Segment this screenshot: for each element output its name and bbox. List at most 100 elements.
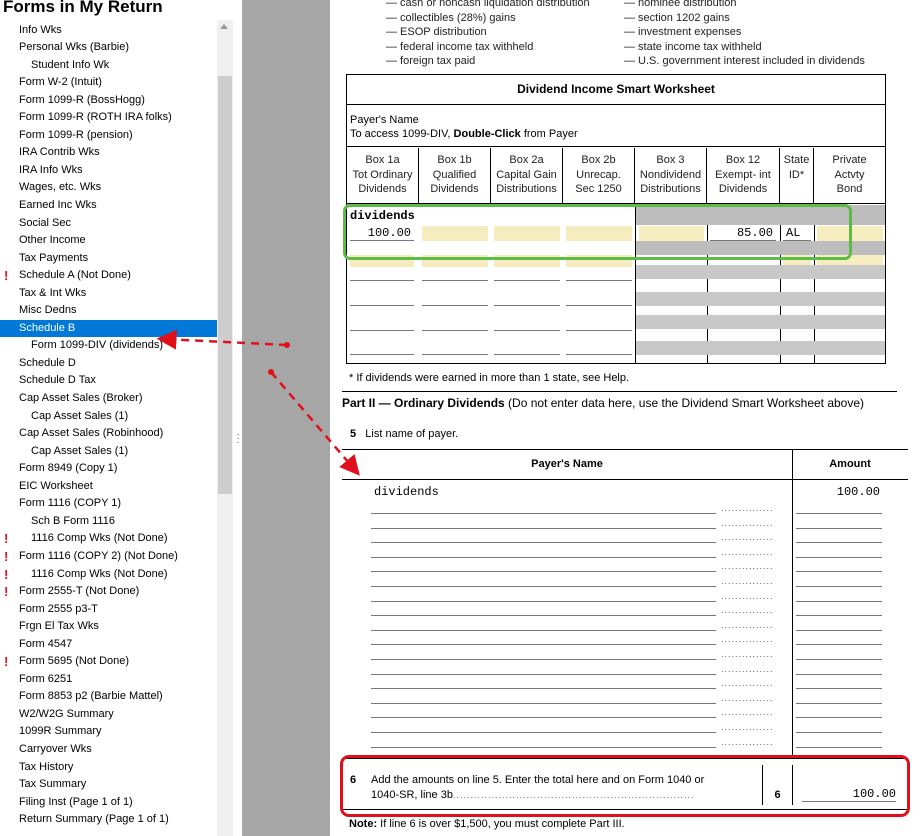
state-field[interactable]: AL — [783, 226, 811, 241]
row2-box2b-field[interactable] — [566, 255, 632, 267]
payer-line[interactable] — [371, 571, 716, 573]
sidebar-item[interactable]: Other Income — [0, 232, 217, 250]
empty-field[interactable] — [566, 317, 632, 331]
payer-line[interactable] — [371, 556, 716, 558]
sidebar-scrollbar[interactable] — [217, 0, 233, 836]
sidebar-item[interactable]: Form 8853 p2 (Barbie Mattel) — [0, 688, 217, 706]
payer-line[interactable] — [371, 586, 716, 587]
pane-splitter[interactable]: · · · — [234, 0, 242, 836]
empty-field[interactable] — [350, 292, 414, 306]
empty-field[interactable] — [350, 267, 414, 281]
private-bond-field[interactable] — [817, 226, 883, 241]
sidebar-item[interactable]: Wages, etc. Wks — [0, 179, 217, 197]
amount-line[interactable] — [796, 527, 882, 529]
amount-line[interactable] — [796, 702, 882, 704]
amount-line[interactable] — [796, 659, 882, 660]
amount-line[interactable] — [796, 571, 882, 573]
payer-line[interactable] — [371, 673, 716, 675]
amount-line[interactable] — [796, 600, 882, 602]
sidebar-item[interactable]: Tax & Int Wks — [0, 285, 217, 303]
sidebar-item[interactable]: Student Info Wk — [0, 57, 217, 75]
empty-field[interactable] — [422, 317, 488, 331]
sidebar-item[interactable]: Carryover Wks — [0, 741, 217, 759]
row2-box1b-field[interactable] — [422, 255, 488, 267]
box1a-field[interactable]: 100.00 — [350, 226, 414, 241]
box2b-field[interactable] — [566, 226, 632, 241]
sidebar-item[interactable]: Form 1116 (COPY 1) — [0, 495, 217, 513]
payer-line[interactable] — [371, 527, 716, 529]
amount-line[interactable] — [796, 644, 882, 646]
sidebar-item[interactable]: Sch B Form 1116 — [0, 513, 217, 531]
payer-line[interactable] — [371, 732, 716, 733]
sidebar-item[interactable]: EIC Worksheet — [0, 478, 217, 496]
payer-line[interactable] — [371, 644, 716, 646]
empty-field[interactable] — [350, 341, 414, 355]
amount-line[interactable] — [796, 688, 882, 690]
payer-line[interactable] — [371, 600, 716, 602]
sidebar-item[interactable]: Form 1099-R (BossHogg) — [0, 92, 217, 110]
payer-line[interactable] — [371, 717, 716, 719]
empty-field[interactable] — [494, 317, 560, 331]
sidebar-item[interactable]: ! Schedule A (Not Done) — [0, 267, 217, 285]
box3-field[interactable] — [639, 226, 704, 241]
payer-line[interactable] — [371, 746, 716, 748]
scroll-up-arrow-icon[interactable] — [220, 24, 228, 29]
sidebar-item[interactable]: Form 4547 — [0, 636, 217, 654]
payer-line[interactable] — [371, 688, 716, 690]
amount-line[interactable] — [796, 556, 882, 558]
empty-field[interactable] — [422, 341, 488, 355]
payer-line[interactable] — [371, 615, 716, 617]
empty-field[interactable] — [566, 267, 632, 281]
sidebar-item[interactable]: ! 1116 Comp Wks (Not Done) — [0, 566, 217, 584]
empty-field[interactable] — [350, 317, 414, 331]
sidebar-item[interactable]: Schedule D Tax — [0, 372, 217, 390]
sidebar-item[interactable]: Cap Asset Sales (1) — [0, 443, 217, 461]
row1-payer-name[interactable]: dividends — [350, 209, 630, 225]
payer-line[interactable] — [371, 629, 716, 631]
sidebar-item[interactable]: W2/W2G Summary — [0, 706, 217, 724]
sidebar-item[interactable]: IRA Info Wks — [0, 162, 217, 180]
empty-field[interactable] — [422, 267, 488, 281]
sidebar-item[interactable]: Info Wks — [0, 22, 217, 40]
sidebar-item[interactable]: 1099R Summary — [0, 723, 217, 741]
sidebar-item[interactable]: Misc Dedns — [0, 302, 217, 320]
amount-line[interactable] — [796, 673, 882, 675]
sidebar-item[interactable]: ! Form 2555-T (Not Done) — [0, 583, 217, 601]
payer-line[interactable] — [371, 702, 716, 704]
amount-line[interactable] — [796, 629, 882, 631]
empty-field[interactable] — [422, 292, 488, 306]
box2a-field[interactable] — [494, 226, 560, 241]
line-6-amount[interactable]: 100.00 — [802, 787, 896, 802]
sidebar-item[interactable]: Schedule B — [0, 319, 217, 338]
sidebar-item[interactable]: Cap Asset Sales (Broker) — [0, 390, 217, 408]
sidebar-item[interactable]: Frgn El Tax Wks — [0, 618, 217, 636]
sidebar-item[interactable]: Return Summary (Page 1 of 1) — [0, 811, 217, 829]
amount-line[interactable] — [796, 746, 882, 748]
empty-field[interactable] — [494, 292, 560, 306]
sidebar-item[interactable]: Form 2555 p3-T — [0, 601, 217, 619]
amount-line[interactable] — [796, 513, 882, 514]
amount-line[interactable] — [796, 542, 882, 544]
empty-field[interactable] — [494, 267, 560, 281]
amount-line[interactable] — [796, 586, 882, 587]
sidebar-item[interactable]: Schedule D — [0, 355, 217, 373]
sidebar-item[interactable]: Earned Inc Wks — [0, 197, 217, 215]
payer-line[interactable] — [371, 513, 716, 514]
sidebar-item[interactable]: ! 1116 Comp Wks (Not Done) — [0, 530, 217, 548]
sidebar-item[interactable]: Social Sec — [0, 215, 217, 233]
sidebar-item[interactable]: ! Form 1116 (COPY 2) (Not Done) — [0, 548, 217, 566]
row2-payer-field[interactable] — [350, 255, 414, 267]
amount-line[interactable] — [796, 615, 882, 617]
sidebar-item[interactable]: Form W-2 (Intuit) — [0, 74, 217, 92]
sidebar-item[interactable]: Filing Inst (Page 1 of 1) — [0, 794, 217, 812]
sidebar-item[interactable]: Form 6251 — [0, 671, 217, 689]
amount-line[interactable] — [796, 717, 882, 719]
sidebar-item[interactable]: Tax History — [0, 759, 217, 777]
sidebar-item[interactable]: ! Form 5695 (Not Done) — [0, 653, 217, 671]
sidebar-item[interactable]: Tax Summary — [0, 776, 217, 794]
sidebar-item[interactable]: Form 8949 (Copy 1) — [0, 460, 217, 478]
payer-line[interactable] — [371, 659, 716, 660]
sidebar-scroll-thumb[interactable] — [218, 76, 232, 494]
sidebar-item[interactable]: IRA Contrib Wks — [0, 144, 217, 162]
sidebar-item[interactable]: Cap Asset Sales (1) — [0, 408, 217, 426]
